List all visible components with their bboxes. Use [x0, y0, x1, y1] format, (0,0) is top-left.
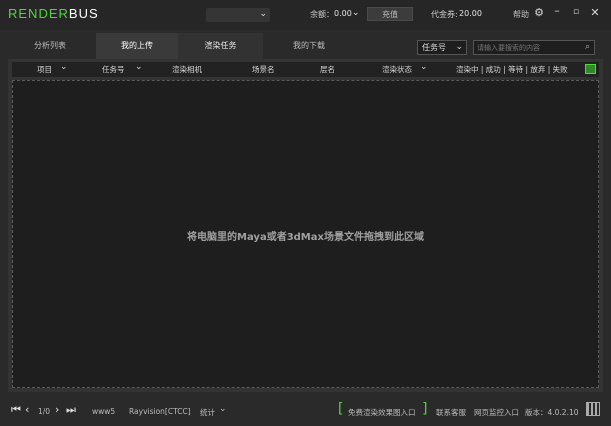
- search-box: ⌕: [473, 40, 595, 55]
- col-project-chevron-down-icon[interactable]: ⌄: [60, 62, 68, 72]
- voucher-value: 20.00: [459, 9, 482, 18]
- balance-label: 余额：: [310, 10, 334, 19]
- title-bar: RENDERBUS ⌄ 余额： 0.00 ⌄ 充值 代金券: 20.00 帮助 …: [0, 0, 611, 30]
- balance-chevron-down-icon[interactable]: ⌄: [352, 8, 360, 18]
- next-page-icon[interactable]: ›: [55, 403, 59, 416]
- account-dropdown[interactable]: ⌄: [206, 8, 270, 22]
- table-header: 项目 ⌄ 任务号 ⌄ 渲染相机 场景名 层名 渲染状态 ⌄ 渲染中 | 成功 |…: [12, 62, 599, 77]
- contact-support-link[interactable]: 联系客服: [436, 407, 466, 418]
- server-name: Rayvision[CTCC]: [129, 407, 191, 416]
- close-icon[interactable]: ✕: [589, 6, 601, 19]
- stats-chevron-down-icon[interactable]: ⌄: [219, 404, 227, 414]
- search-icon[interactable]: ⌕: [585, 42, 590, 52]
- col-status-counts: 渲染中 | 成功 | 等待 | 放弃 | 失败: [456, 65, 568, 74]
- tab-my-downloads[interactable]: 我的下载: [270, 33, 348, 59]
- version-label: 版本：4.0.2.10: [525, 408, 579, 417]
- status-bar: ⏮ ‹ 1/0 › ⏭ www5 Rayvision[CTCC] 统计 ⌄ [ …: [0, 398, 611, 426]
- tab-render-tasks[interactable]: 渲染任务: [178, 33, 263, 59]
- col-render-camera[interactable]: 渲染相机: [172, 64, 202, 75]
- free-render-link[interactable]: 免费渲染效果图入口: [348, 407, 416, 418]
- first-page-icon[interactable]: ⏮: [11, 403, 21, 417]
- stats-menu[interactable]: 统计: [200, 407, 215, 418]
- maximize-icon[interactable]: ▫: [570, 7, 582, 17]
- search-input[interactable]: [474, 41, 578, 54]
- bracket-right-icon: ]: [421, 401, 430, 417]
- voucher-label: 代金券:: [431, 10, 458, 19]
- search-field-select[interactable]: 任务号 ⌄: [417, 40, 467, 55]
- column-settings-icon[interactable]: [585, 64, 596, 74]
- last-page-icon[interactable]: ⏭: [66, 403, 76, 417]
- col-project[interactable]: 项目: [37, 64, 52, 75]
- col-scene-name[interactable]: 场景名: [252, 64, 275, 75]
- search-field-value: 任务号: [422, 43, 446, 52]
- main-panel: 项目 ⌄ 任务号 ⌄ 渲染相机 场景名 层名 渲染状态 ⌄ 渲染中 | 成功 |…: [8, 59, 603, 392]
- chevron-down-icon: ⌄: [259, 9, 267, 19]
- col-task-id[interactable]: 任务号: [102, 64, 125, 75]
- web-monitor-link[interactable]: 网页监控入口: [474, 407, 519, 418]
- help-link[interactable]: 帮助: [513, 9, 529, 20]
- col-layer-name[interactable]: 层名: [320, 64, 335, 75]
- tab-analysis-list[interactable]: 分析列表: [14, 33, 86, 59]
- bracket-left-icon: [: [336, 401, 345, 417]
- gear-icon[interactable]: ⚙: [533, 6, 545, 19]
- col-task-chevron-down-icon[interactable]: ⌄: [135, 62, 143, 72]
- balance-value: 0.00: [334, 9, 352, 18]
- prev-page-icon[interactable]: ‹: [25, 403, 29, 416]
- qr-code-icon[interactable]: [586, 402, 600, 416]
- col-status-chevron-down-icon[interactable]: ⌄: [420, 62, 428, 72]
- logo-main: RENDER: [8, 6, 69, 21]
- minimize-icon[interactable]: –: [551, 4, 563, 17]
- app-logo: RENDERBUS: [8, 6, 99, 21]
- logo-tail: BUS: [68, 6, 99, 21]
- drop-hint: 将电脑里的Maya或者3dMax场景文件拖拽到此区域: [187, 232, 424, 243]
- col-render-status[interactable]: 渲染状态: [382, 64, 412, 75]
- file-drop-zone[interactable]: 将电脑里的Maya或者3dMax场景文件拖拽到此区域: [12, 80, 599, 388]
- tab-my-uploads[interactable]: 我的上传: [96, 33, 178, 59]
- user-name: www5: [92, 407, 116, 416]
- chevron-down-icon: ⌄: [455, 42, 463, 52]
- recharge-button[interactable]: 充值: [367, 7, 413, 21]
- page-indicator: 1/0: [38, 407, 51, 416]
